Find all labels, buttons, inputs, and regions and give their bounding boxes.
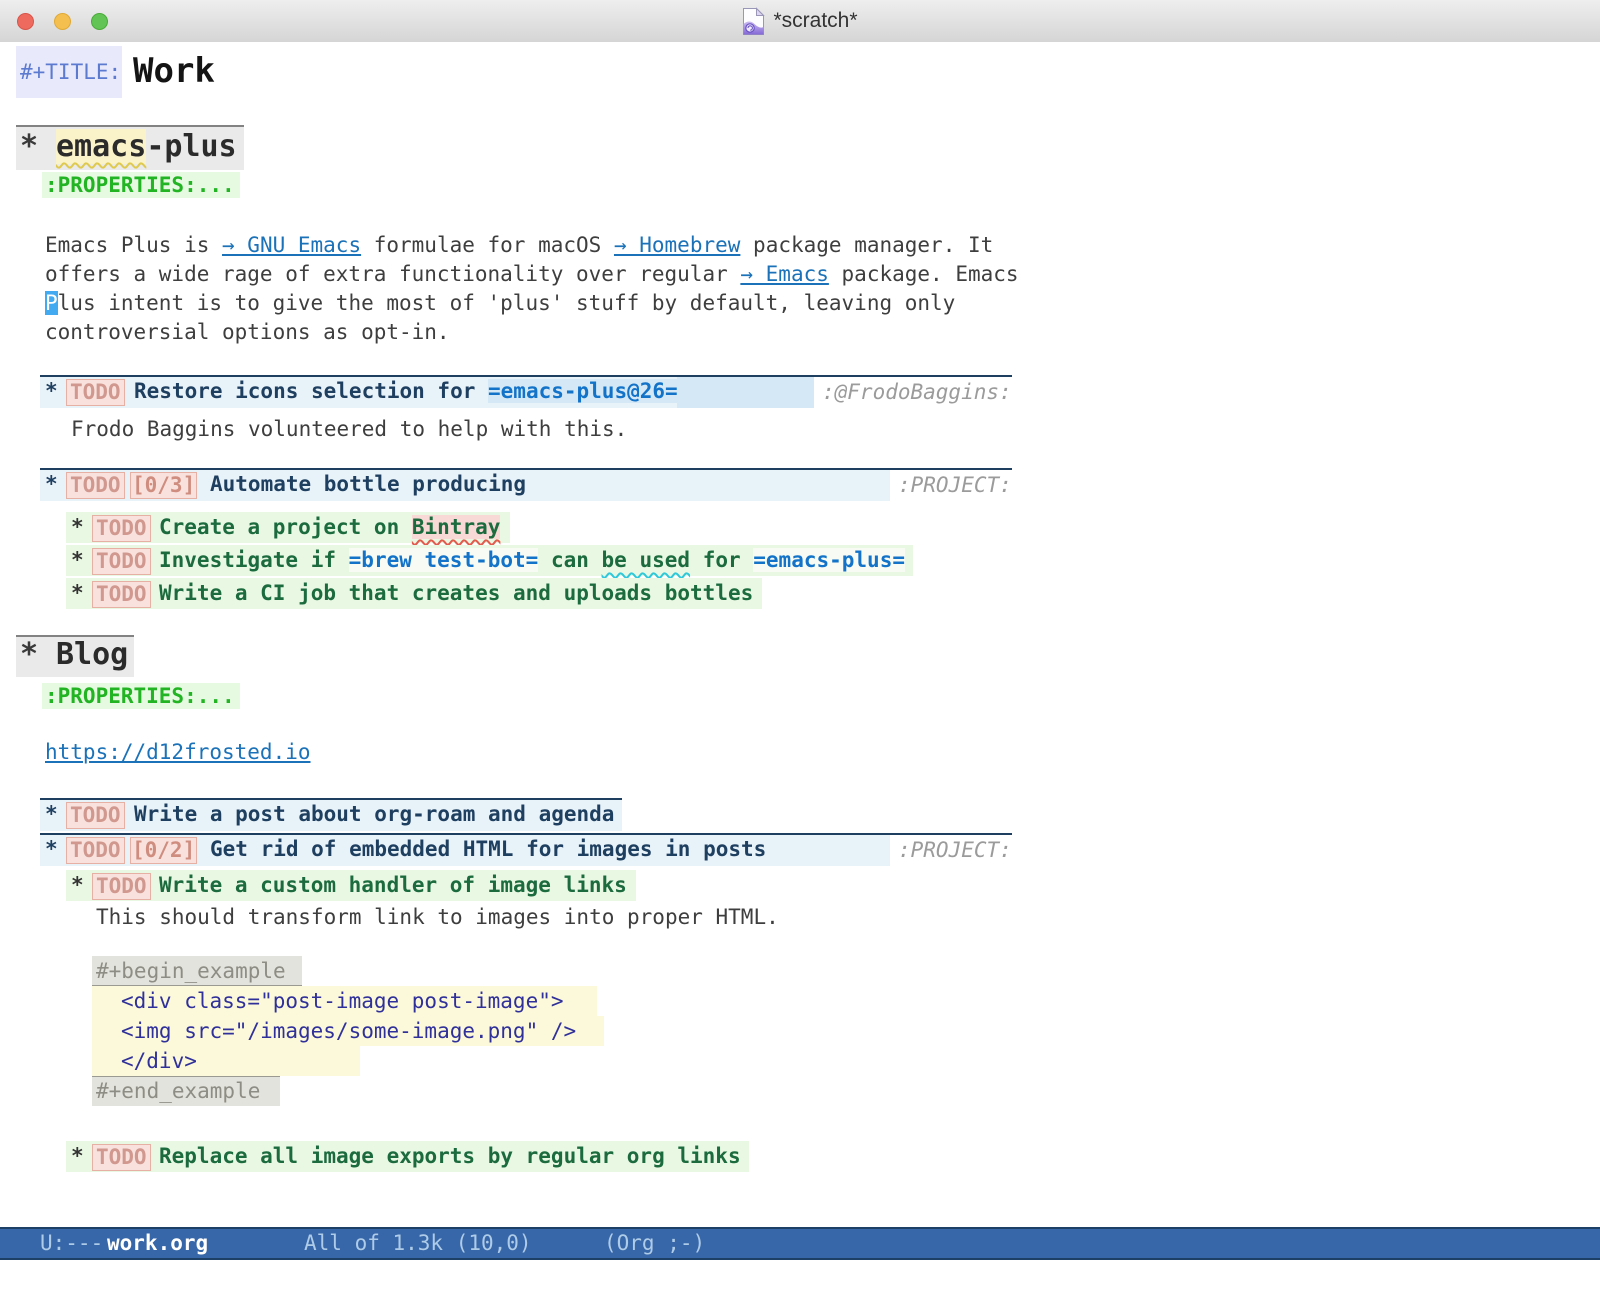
text-cursor: P xyxy=(45,291,58,315)
verbatim-text[interactable]: =emacs-plus= xyxy=(753,548,905,572)
window-title: *scratch* xyxy=(773,9,857,33)
heading-text[interactable]: Blog xyxy=(56,635,128,675)
verbatim-text[interactable]: =emacs-plus@26= xyxy=(488,379,678,403)
link-homebrew[interactable]: → Homebrew xyxy=(614,233,740,257)
example-begin-line[interactable]: #+begin_example xyxy=(0,956,1600,986)
document-title[interactable]: Work xyxy=(133,46,215,96)
example-code-line[interactable]: <div class="post-image post-image"> xyxy=(0,986,1600,1016)
todo-heading-create-project[interactable]: * TODO Create a project on Bintray xyxy=(0,511,1600,544)
properties-label[interactable]: :PROPERTIES:... xyxy=(45,172,235,198)
properties-drawer[interactable]: :PROPERTIES:... xyxy=(0,172,1600,198)
heading-star[interactable]: * xyxy=(45,468,58,501)
heading-text[interactable]: Write a post about org-roam and agenda xyxy=(134,798,614,831)
todo-keyword[interactable]: TODO xyxy=(66,837,125,864)
properties-label[interactable]: :PROPERTIES:... xyxy=(45,683,235,709)
org-tag[interactable]: :PROJECT: xyxy=(890,470,1012,501)
body-line[interactable]: Frodo Baggins volunteered to help with t… xyxy=(0,415,1600,444)
todo-keyword[interactable]: TODO xyxy=(66,472,125,499)
body-line[interactable]: This should transform link to images int… xyxy=(0,903,1600,932)
todo-keyword[interactable]: TODO xyxy=(66,802,125,829)
heading-star[interactable]: * xyxy=(71,869,84,902)
todo-keyword[interactable]: TODO xyxy=(92,873,151,900)
heading-star[interactable]: * xyxy=(20,125,38,168)
heading-star[interactable]: * xyxy=(71,1140,84,1173)
heading-text[interactable]: Get rid of embedded HTML for images in p… xyxy=(210,833,766,866)
org-title-line[interactable]: #+TITLE: Work xyxy=(0,46,1600,98)
todo-heading-replace-exports[interactable]: * TODO Replace all image exports by regu… xyxy=(0,1140,1600,1173)
todo-heading-write-ci-job[interactable]: * TODO Write a CI job that creates and u… xyxy=(0,577,1600,610)
paragraph-line[interactable]: Plus intent is to give the most of 'plus… xyxy=(0,289,1600,318)
paragraph-line[interactable]: controversial options as opt-in. xyxy=(0,318,1600,347)
heading-star[interactable]: * xyxy=(71,511,84,544)
heading-text[interactable]: emacs-plus xyxy=(56,125,237,168)
heading-star[interactable]: * xyxy=(45,833,58,866)
example-code-line[interactable]: <img src="/images/some-image.png" /> xyxy=(0,1016,1600,1046)
todo-heading-get-rid-html[interactable]: * TODO [0/2] Get rid of embedded HTML fo… xyxy=(0,833,1600,866)
document-icon xyxy=(742,7,765,36)
heading-text[interactable]: Restore icons selection for =emacs-plus@… xyxy=(134,375,678,408)
link-emacs[interactable]: → Emacs xyxy=(740,262,829,286)
minimize-button[interactable] xyxy=(54,13,71,30)
mode-line[interactable]: U:--- work.org All of 1.3k (10,0) (Org ;… xyxy=(0,1227,1600,1260)
close-button[interactable] xyxy=(17,13,34,30)
modeline-position[interactable]: All of 1.3k (10,0) xyxy=(304,1229,532,1258)
progress-cookie[interactable]: [0/2] xyxy=(130,837,197,864)
zoom-button[interactable] xyxy=(91,13,108,30)
org-tag[interactable]: :PROJECT: xyxy=(890,835,1012,866)
heading-star[interactable]: * xyxy=(45,798,58,831)
todo-keyword[interactable]: TODO xyxy=(92,548,151,575)
traffic-lights xyxy=(17,0,108,42)
misspelled-word[interactable]: Bintray xyxy=(412,515,501,539)
heading-blog[interactable]: * Blog xyxy=(0,635,1600,677)
paragraph-line[interactable]: Emacs Plus is → GNU Emacs formulae for m… xyxy=(0,231,1600,260)
editor-buffer[interactable]: #+TITLE: Work * emacs-plus :PROPERTIES:.… xyxy=(0,42,1600,1227)
todo-keyword[interactable]: TODO xyxy=(92,515,151,542)
heading-star[interactable]: * xyxy=(71,544,84,577)
echo-area[interactable] xyxy=(0,1260,1600,1292)
link-line[interactable]: https://d12frosted.io xyxy=(0,738,1600,767)
heading-text[interactable]: Replace all image exports by regular org… xyxy=(159,1140,741,1173)
heading-star[interactable]: * xyxy=(45,375,58,408)
properties-drawer[interactable]: :PROPERTIES:... xyxy=(0,683,1600,709)
example-code-line[interactable]: </div> xyxy=(0,1046,1600,1076)
todo-heading-write-post[interactable]: * TODO Write a post about org-roam and a… xyxy=(0,798,1600,831)
heading-text[interactable]: Investigate if =brew test-bot= can be us… xyxy=(159,544,905,577)
link-d12frosted[interactable]: https://d12frosted.io xyxy=(45,738,311,767)
heading-star[interactable]: * xyxy=(71,577,84,610)
paragraph-line[interactable]: offers a wide rage of extra functionalit… xyxy=(0,260,1600,289)
modeline-state[interactable]: U:--- xyxy=(40,1229,103,1258)
verbatim-text[interactable]: =brew test-bot= xyxy=(349,548,539,572)
titlebar[interactable]: *scratch* xyxy=(0,0,1600,43)
grammar-underline[interactable]: be used xyxy=(602,548,691,572)
example-end-line[interactable]: #+end_example xyxy=(0,1076,1600,1106)
org-tag[interactable]: :@FrodoBaggins: xyxy=(814,377,1012,408)
modeline-buffer-name[interactable]: work.org xyxy=(107,1229,208,1258)
heading-text[interactable]: Write a custom handler of image links xyxy=(159,869,627,902)
todo-heading-custom-handler[interactable]: * TODO Write a custom handler of image l… xyxy=(0,869,1600,902)
unlinked-ref-highlight[interactable]: emacs xyxy=(56,129,146,164)
window-title-group: *scratch* xyxy=(742,7,857,36)
title-keyword[interactable]: #+TITLE: xyxy=(20,46,121,98)
todo-keyword[interactable]: TODO xyxy=(92,581,151,608)
todo-keyword[interactable]: TODO xyxy=(66,379,125,406)
emacs-window: *scratch* #+TITLE: Work * emacs-plus :PR… xyxy=(0,0,1600,1292)
todo-keyword[interactable]: TODO xyxy=(92,1144,151,1171)
modeline-major-mode[interactable]: (Org ;-) xyxy=(604,1229,705,1258)
progress-cookie[interactable]: [0/3] xyxy=(130,472,197,499)
todo-heading-investigate[interactable]: * TODO Investigate if =brew test-bot= ca… xyxy=(0,544,1600,577)
verbatim-strip xyxy=(677,377,814,408)
heading-text[interactable]: Create a project on Bintray xyxy=(159,511,500,544)
todo-heading-restore-icons[interactable]: * TODO Restore icons selection for =emac… xyxy=(0,375,1600,408)
heading-emacs-plus[interactable]: * emacs-plus xyxy=(0,125,1600,170)
heading-star[interactable]: * xyxy=(20,635,38,675)
heading-text[interactable]: Write a CI job that creates and uploads … xyxy=(159,577,753,610)
todo-heading-automate-bottle[interactable]: * TODO [0/3] Automate bottle producing :… xyxy=(0,468,1600,501)
heading-text[interactable]: Automate bottle producing xyxy=(210,468,526,501)
link-gnu-emacs[interactable]: → GNU Emacs xyxy=(222,233,361,257)
